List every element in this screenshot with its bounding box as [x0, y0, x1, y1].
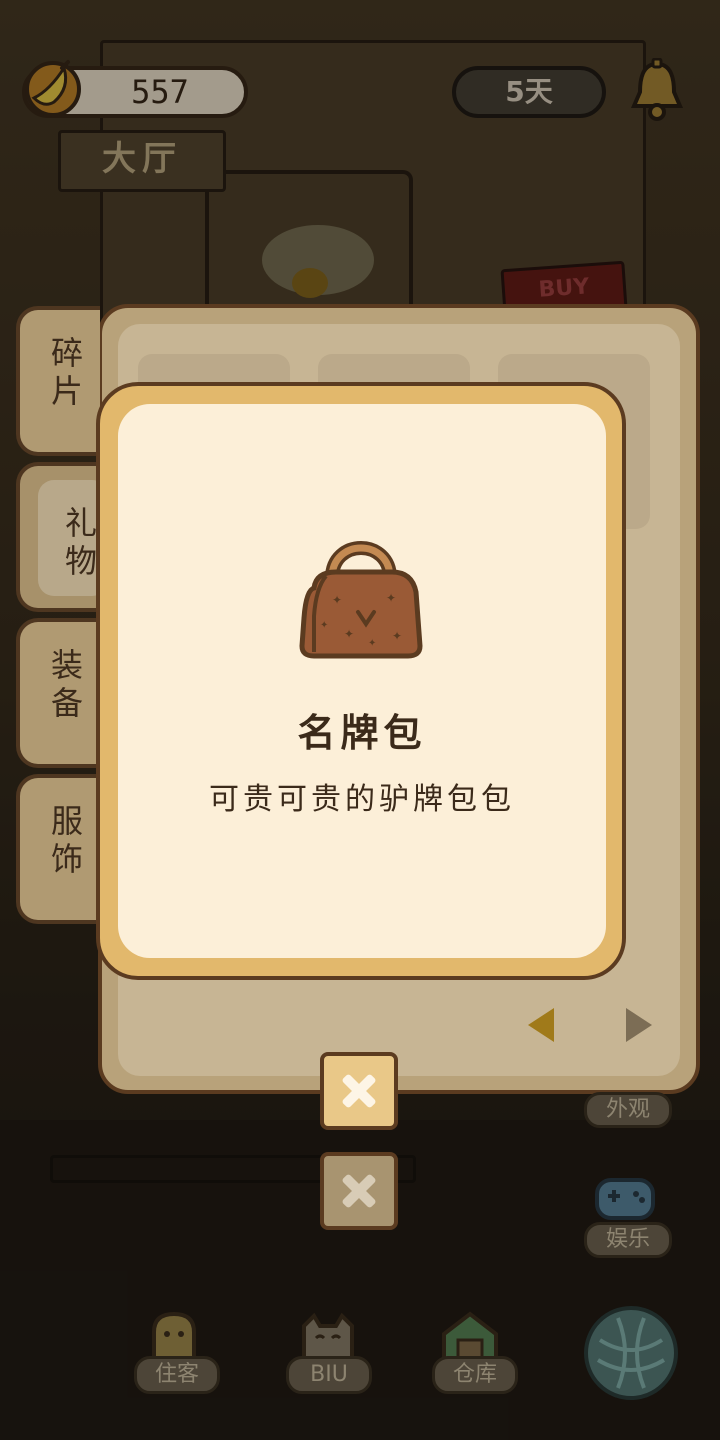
tab-label: 装备 [46, 648, 84, 724]
yarn-ball-icon [596, 1317, 666, 1389]
tab-equipment[interactable]: 装备 [16, 618, 100, 768]
item-detail-content [118, 404, 606, 958]
tab-clothing[interactable]: 服饰 [16, 774, 100, 924]
gamepad-icon [595, 1178, 655, 1220]
item-description: 可贵可贵的驴牌包包 [209, 782, 515, 817]
next-page-arrow-icon[interactable] [626, 1008, 652, 1042]
brand-handbag-icon: ✦ ✦ ✦ ✦ ✦ ✦ [299, 541, 423, 659]
svg-text:✦: ✦ [344, 627, 354, 641]
tab-gifts[interactable]: 礼物 [16, 462, 108, 612]
svg-text:✦: ✦ [392, 629, 402, 643]
entertainment-button[interactable]: 娱乐 [584, 1222, 672, 1258]
nav-guests[interactable]: 住客 [134, 1356, 220, 1394]
svg-text:✦: ✦ [386, 591, 396, 605]
item-name: 名牌包 [297, 711, 427, 755]
close-dialog-button[interactable] [320, 1052, 398, 1130]
svg-text:✦: ✦ [332, 593, 342, 607]
yarn-ball-button[interactable] [584, 1306, 678, 1400]
svg-text:✦: ✦ [368, 638, 376, 649]
prev-page-arrow-icon[interactable] [528, 1008, 554, 1042]
appearance-button[interactable]: 外观 [584, 1092, 672, 1128]
close-inventory-button[interactable] [320, 1152, 398, 1230]
tab-fragments[interactable]: 碎片 [16, 306, 100, 456]
tab-label: 碎片 [46, 336, 84, 412]
nav-biu[interactable]: BIU [286, 1356, 372, 1394]
nav-warehouse[interactable]: 仓库 [432, 1356, 518, 1394]
svg-text:✦: ✦ [320, 620, 328, 631]
tab-label: 服饰 [46, 804, 84, 880]
